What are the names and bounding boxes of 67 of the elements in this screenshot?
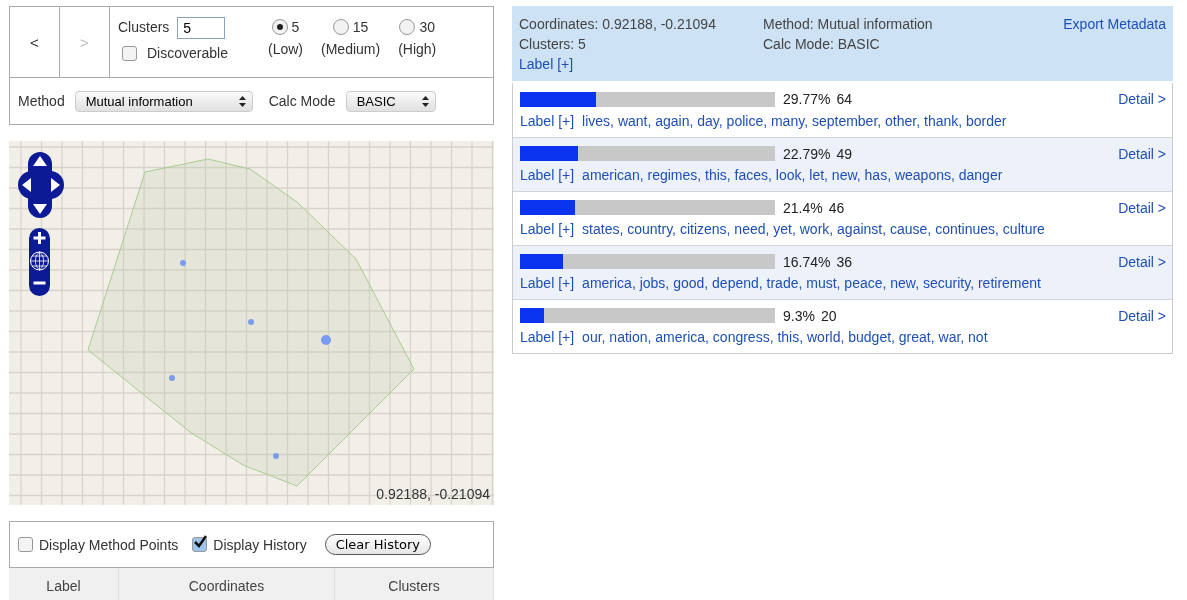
map-point[interactable] — [321, 335, 331, 345]
export-metadata-link[interactable]: Export Metadata — [1063, 16, 1166, 32]
cluster-terms: lives, want, again, day, police, many, september, other, thank, border — [582, 112, 1007, 129]
radio-button[interactable] — [271, 19, 288, 35]
checkbox-label: Display History — [213, 536, 307, 553]
stepper-icon — [421, 95, 429, 107]
summary-coordinates: Coordinates: 0.92188, -0.21094 — [519, 16, 717, 32]
cluster-terms: american, regimes, this, faces, look, let, new, has, weapons, danger — [582, 167, 1003, 183]
stepper-icon — [238, 95, 246, 107]
checkbox-label: Display Method Points — [39, 536, 179, 553]
method-label: Method — [18, 93, 65, 109]
column-header[interactable]: Clusters — [335, 568, 494, 600]
cluster-percent: 9.3% — [783, 307, 815, 324]
zoom-control-icon[interactable] — [29, 228, 50, 296]
cluster-count: 46 — [828, 199, 845, 216]
map-point[interactable] — [273, 453, 279, 459]
map-point[interactable] — [169, 375, 175, 381]
detail-link[interactable]: Detail > — [1118, 253, 1166, 270]
cluster-terms: states, country, citizens, need, yet, work, against, cause, continues, culture — [582, 221, 1045, 237]
summary-method: Method: Mutual information — [763, 16, 934, 32]
label-link[interactable]: Label [+] — [520, 221, 575, 237]
cluster-percent: 22.79% — [783, 145, 831, 162]
radio-label: 15 — [352, 19, 369, 35]
detail-link[interactable]: Detail > — [1118, 199, 1166, 216]
cluster-terms: america, jobs, good, depend, trade, must, peace, new, security, retirement — [582, 275, 1041, 291]
back-button[interactable]: < — [10, 7, 60, 77]
label-link[interactable]: Label [+] — [520, 112, 575, 129]
pan-control-icon[interactable] — [18, 152, 64, 218]
detail-link[interactable]: Detail > — [1118, 145, 1166, 162]
label-link[interactable]: Label [+] — [520, 329, 575, 345]
map-coordinates: 0.92188, -0.21094 — [376, 486, 490, 502]
label-link[interactable]: Label [+] — [520, 167, 575, 183]
cluster-percent: 21.4% — [783, 199, 823, 216]
cluster-count: 20 — [820, 307, 837, 324]
cluster-percent: 16.74% — [783, 253, 831, 270]
radio-button[interactable] — [399, 19, 416, 35]
radio-caption: (Low) — [268, 41, 303, 57]
summary-clusters: Clusters: 5 — [519, 36, 587, 52]
clusters-input-field[interactable]: 5 — [177, 17, 226, 39]
discoverable-checkbox[interactable] — [122, 45, 137, 61]
checkbox[interactable] — [18, 537, 33, 552]
checkbox[interactable] — [192, 537, 208, 552]
column-header[interactable]: Label — [9, 568, 119, 600]
label-link[interactable]: Label [+] — [520, 275, 575, 291]
clusters-label: Clusters — [118, 18, 170, 35]
radio-caption: (Medium) — [321, 41, 381, 57]
clear-history-button[interactable]: Clear History — [324, 534, 432, 555]
summary-calc-mode: Calc Mode: BASIC — [763, 36, 881, 52]
cluster-percent: 29.77% — [783, 91, 831, 107]
column-header[interactable]: Coordinates — [119, 568, 335, 600]
map-point[interactable] — [248, 319, 254, 325]
cluster-terms: our, nation, america, congress, this, world, budget, great, war, not — [582, 329, 988, 345]
radio-label: 5 — [291, 19, 300, 35]
radio-label: 30 — [419, 19, 435, 35]
radio-button[interactable] — [332, 19, 349, 35]
label-link[interactable]: Label [+] — [519, 56, 763, 72]
detail-link[interactable]: Detail > — [1118, 307, 1166, 324]
calc-mode-label: Calc Mode — [268, 93, 336, 109]
calc-mode-dropdown[interactable]: BASIC — [345, 90, 436, 112]
cluster-count: 64 — [836, 91, 853, 107]
cluster-count: 49 — [836, 145, 853, 162]
radio-caption: (High) — [398, 41, 437, 57]
map-point[interactable] — [180, 260, 186, 266]
discoverable-label: Discoverable — [147, 45, 228, 61]
detail-link[interactable]: Detail > — [1118, 91, 1166, 107]
cluster-count: 36 — [836, 253, 853, 270]
method-dropdown[interactable]: Mutual information — [74, 90, 253, 112]
